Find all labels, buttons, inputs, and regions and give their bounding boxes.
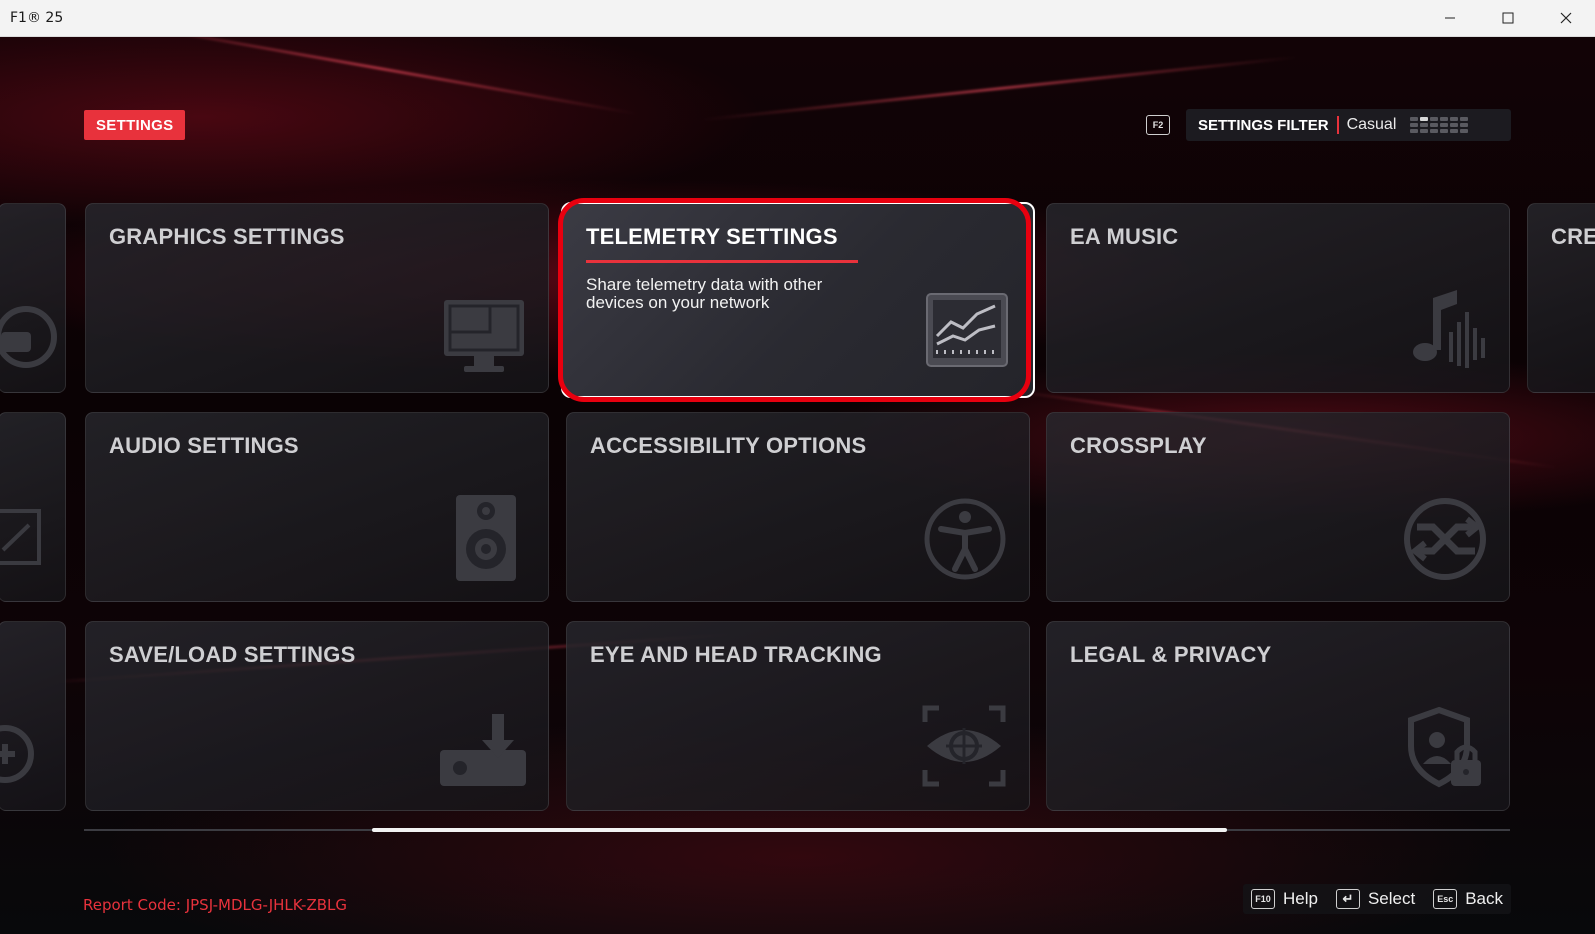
tile-crossplay[interactable]: CROSSPLAY: [1046, 412, 1510, 602]
tile-ea-music[interactable]: EA MUSIC: [1046, 203, 1510, 393]
select-action-label: Select: [1367, 889, 1416, 908]
back-action-label: Back: [1465, 889, 1503, 908]
tile-description: Share telemetry data with other devices …: [586, 275, 823, 312]
telemetry-chart-icon: [926, 293, 1008, 367]
tile-title: GRAPHICS SETTINGS: [109, 224, 345, 249]
tile-partial-left-3[interactable]: [0, 621, 66, 811]
back-action[interactable]: Esc Back: [1433, 889, 1503, 909]
crossplay-icon: [1404, 498, 1486, 580]
music-note-icon: [1413, 290, 1485, 368]
bg-light-streak: [123, 37, 637, 116]
tile-title: LEGAL & PRIVACY: [1070, 642, 1272, 667]
filter-separator: [1336, 116, 1339, 134]
monitor-icon: [444, 300, 524, 372]
help-action-label: Help: [1282, 889, 1318, 908]
report-code: Report Code: JPSJ-MDLG-JHLK-ZBLG: [83, 896, 348, 914]
help-action[interactable]: F10 Help: [1250, 889, 1318, 909]
screen-resize-icon: [0, 509, 41, 565]
footer-action-bar: F10 Help ↵ Select Esc Back: [1242, 884, 1511, 914]
tile-eye-head-tracking[interactable]: EYE AND HEAD TRACKING: [566, 621, 1030, 811]
settings-filter-value: Casual: [1346, 116, 1397, 133]
tile-partial-right[interactable]: CRE: [1527, 203, 1595, 393]
steering-wheel-icon: [0, 306, 57, 368]
tile-title: TELEMETRY SETTINGS: [586, 224, 838, 249]
tile-telemetry-settings[interactable]: TELEMETRY SETTINGS Share telemetry data …: [561, 202, 1035, 398]
accessibility-icon: [924, 498, 1006, 580]
controller-icon: [0, 725, 34, 783]
enter-key-icon: ↵: [1335, 889, 1360, 909]
tile-partial-left-2[interactable]: [0, 412, 66, 602]
tile-title: AUDIO SETTINGS: [109, 433, 299, 458]
save-download-icon: [440, 714, 526, 786]
window-titlebar: F1® 25: [0, 0, 1595, 37]
window-title: F1® 25: [10, 10, 64, 26]
tiles-scroll-thumb[interactable]: [372, 828, 1227, 832]
filter-level-grid-icon: [1410, 117, 1469, 133]
maximize-button[interactable]: [1479, 0, 1537, 37]
close-button[interactable]: [1537, 0, 1595, 37]
minimize-icon: [1445, 17, 1455, 19]
tile-title: CRE: [1551, 224, 1595, 249]
esc-key-icon: Esc: [1433, 889, 1458, 909]
f10-key-icon: F10: [1250, 889, 1275, 909]
settings-filter-label: SETTINGS FILTER: [1198, 116, 1329, 134]
tile-audio-settings[interactable]: AUDIO SETTINGS: [85, 412, 549, 602]
tile-title: EA MUSIC: [1070, 224, 1179, 249]
settings-section-tag: SETTINGS: [84, 110, 186, 140]
tile-title-underline: [586, 260, 858, 263]
tile-title: SAVE/LOAD SETTINGS: [109, 642, 356, 667]
tile-title: ACCESSIBILITY OPTIONS: [590, 433, 867, 458]
maximize-icon: [1502, 12, 1514, 24]
speaker-icon: [456, 495, 516, 581]
tile-title: EYE AND HEAD TRACKING: [590, 642, 882, 667]
tile-accessibility-options[interactable]: ACCESSIBILITY OPTIONS: [566, 412, 1030, 602]
shield-lock-icon: [1408, 706, 1481, 788]
tile-title: CROSSPLAY: [1070, 433, 1207, 458]
tile-save-load-settings[interactable]: SAVE/LOAD SETTINGS: [85, 621, 549, 811]
f2-key-hint: F2: [1146, 115, 1170, 135]
tile-legal-privacy[interactable]: LEGAL & PRIVACY: [1046, 621, 1510, 811]
tile-partial-left-1[interactable]: [0, 203, 66, 393]
tile-graphics-settings[interactable]: GRAPHICS SETTINGS: [85, 203, 549, 393]
eye-target-icon: [922, 705, 1006, 787]
close-icon: [1560, 12, 1572, 24]
select-action[interactable]: ↵ Select: [1335, 889, 1416, 909]
settings-filter[interactable]: SETTINGS FILTER Casual: [1186, 109, 1511, 141]
minimize-button[interactable]: [1421, 0, 1479, 37]
